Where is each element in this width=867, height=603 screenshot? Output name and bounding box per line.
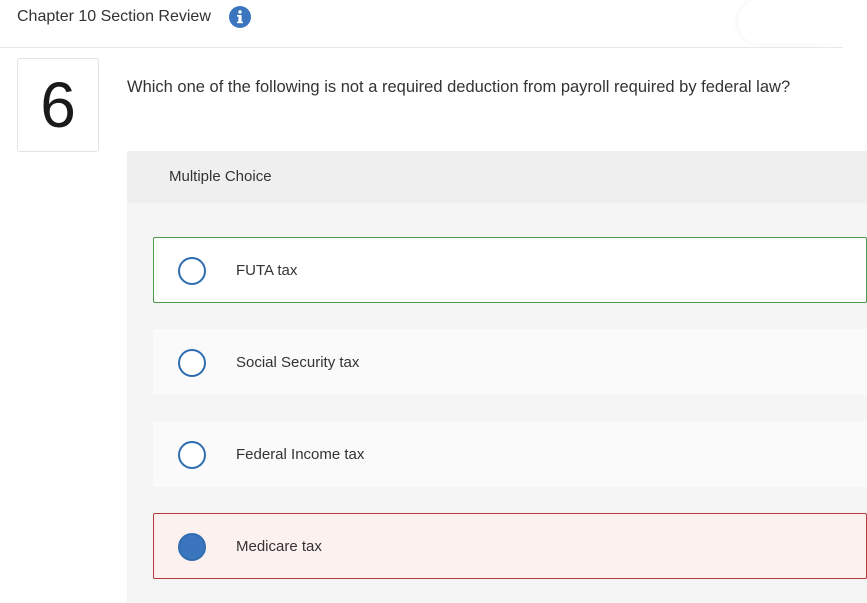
question-type-label: Multiple Choice	[169, 168, 272, 185]
header-pill	[738, 0, 848, 44]
radio-button[interactable]	[178, 441, 206, 469]
answer-option-social-security[interactable]: Social Security tax	[153, 329, 867, 395]
answer-option-futa[interactable]: FUTA tax	[153, 237, 867, 303]
answer-option-label: FUTA tax	[236, 262, 298, 279]
info-icon[interactable]	[229, 6, 251, 28]
question-number-box: 6	[17, 58, 99, 152]
radio-button[interactable]	[178, 349, 206, 377]
radio-button[interactable]	[178, 257, 206, 285]
header-bar: Chapter 10 Section Review	[0, 0, 848, 48]
question-number: 6	[40, 69, 76, 141]
question-text: Which one of the following is not a requ…	[127, 78, 791, 96]
multiple-choice-panel: Multiple Choice FUTA tax Social Security…	[127, 151, 867, 603]
page-title: Chapter 10 Section Review	[17, 8, 211, 25]
answer-option-label: Social Security tax	[236, 354, 360, 371]
multiple-choice-header: Multiple Choice	[127, 151, 867, 203]
answer-option-federal-income[interactable]: Federal Income tax	[153, 421, 867, 487]
answer-option-label: Medicare tax	[236, 538, 322, 555]
radio-button-selected[interactable]	[178, 533, 206, 561]
answer-option-label: Federal Income tax	[236, 446, 365, 463]
answer-option-medicare[interactable]: Medicare tax	[153, 513, 867, 579]
